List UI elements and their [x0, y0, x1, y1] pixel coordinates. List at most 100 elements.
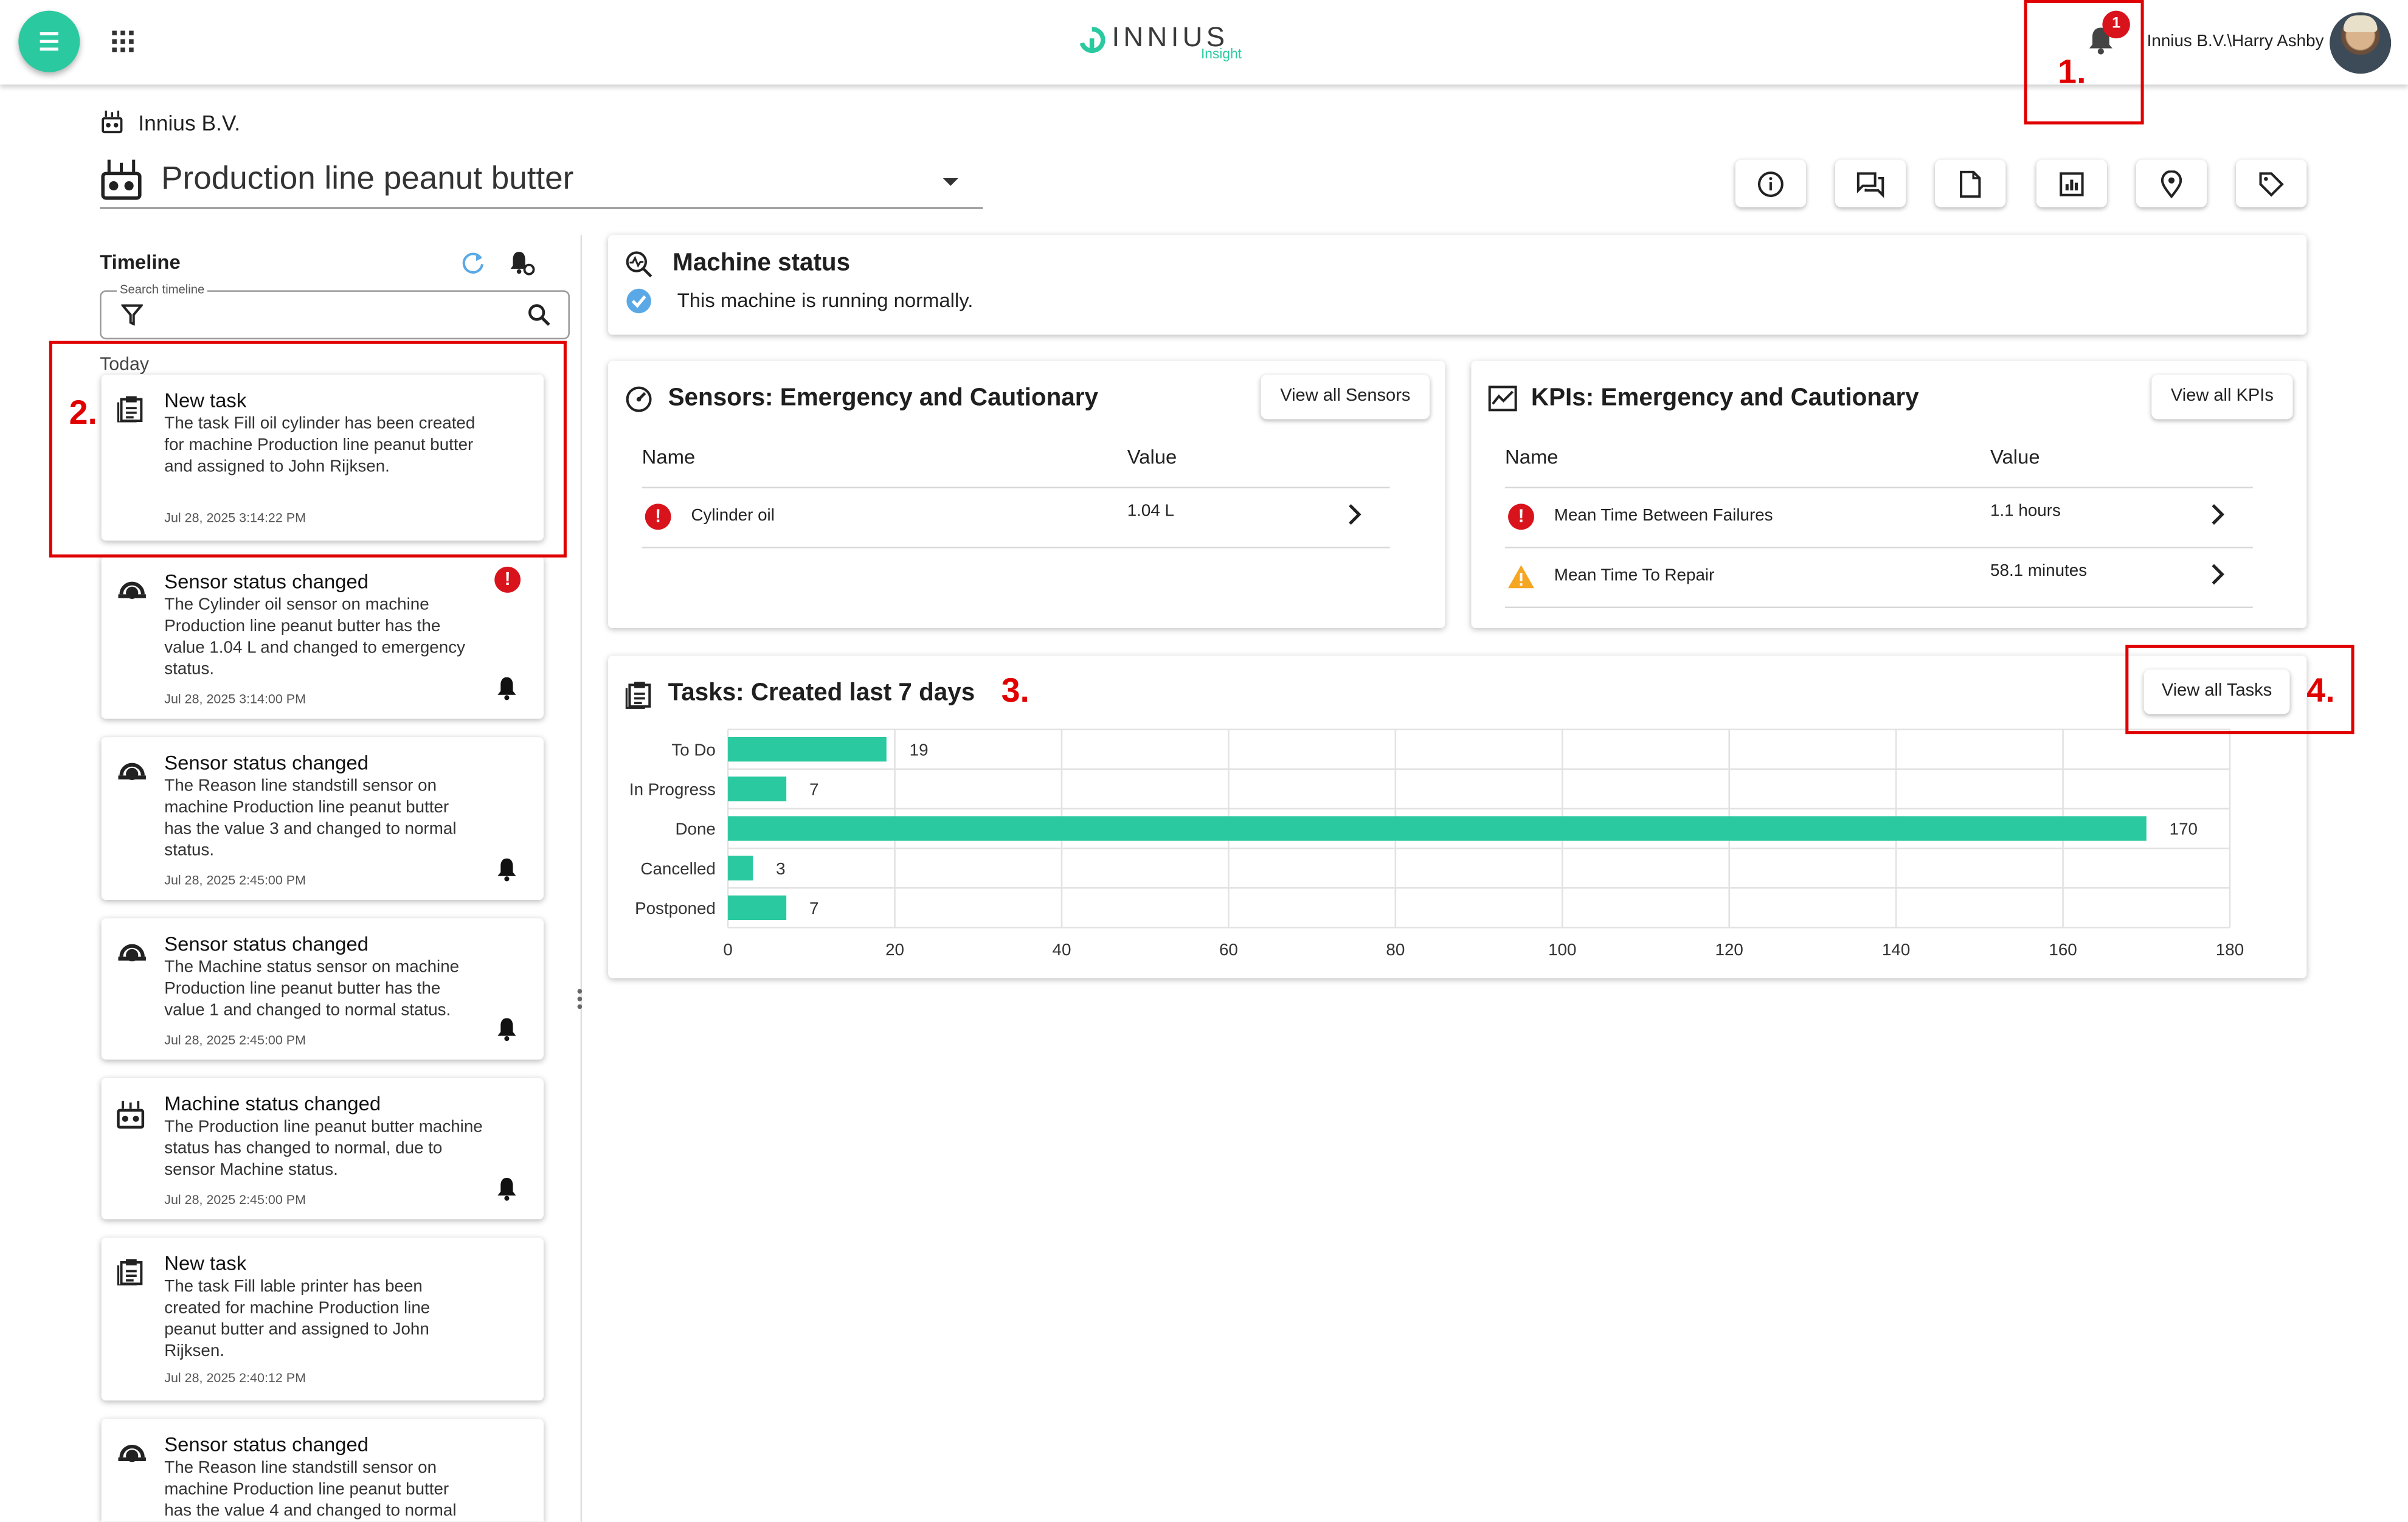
tick-label: 140: [1882, 940, 1910, 959]
column-header-name: Name: [642, 445, 696, 469]
timeline-item-title: Sensor status changed: [164, 750, 369, 774]
search-label: Search timeline: [116, 282, 208, 297]
bell-icon[interactable]: [496, 1177, 517, 1201]
sensors-panel: Sensors: Emergency and Cautionary View a…: [608, 361, 1445, 628]
data-label: 170: [2170, 820, 2198, 839]
kpi-name[interactable]: Mean Time To Repair: [1554, 567, 1715, 585]
kpis-title: KPIs: Emergency and Cautionary: [1531, 385, 1919, 412]
notification-settings-icon[interactable]: [508, 249, 536, 276]
sensor-name[interactable]: Cylinder oil: [691, 507, 774, 525]
brand-subtitle: Insight: [1200, 46, 1242, 62]
timeline-item-title: Sensor status changed: [164, 932, 369, 955]
location-button[interactable]: [2136, 159, 2207, 207]
refresh-icon[interactable]: [461, 251, 485, 275]
emergency-icon: !: [645, 503, 671, 530]
bar[interactable]: [728, 856, 753, 880]
timeline-item-date: Jul 28, 2025 2:45:00 PM: [164, 872, 306, 888]
sensor-icon: [118, 1445, 146, 1462]
warning-icon: [1508, 565, 1534, 589]
bar[interactable]: [728, 895, 787, 921]
category-label: Done: [675, 820, 715, 839]
kpi-value: 1.1 hours: [1990, 502, 2061, 521]
timeline-item-body: The task Fill lable printer has been cre…: [164, 1278, 431, 1361]
column-header-name: Name: [1504, 445, 1559, 469]
row-divider: [642, 547, 1390, 548]
timeline-item[interactable]: Sensor status changed The Reason line st…: [101, 1419, 544, 1522]
timeline-item-date: Jul 28, 2025 2:45:00 PM: [164, 1191, 306, 1208]
check-circle-icon: [626, 288, 651, 314]
tick-label: 20: [885, 940, 904, 959]
annotation-label-2: 2.: [69, 393, 98, 432]
bell-icon[interactable]: [496, 676, 517, 700]
data-label: 7: [809, 780, 818, 798]
timeline-item-body: The Reason line standstill sensor on mac…: [164, 1459, 457, 1521]
bar[interactable]: [728, 736, 887, 762]
company-name: Innius B.V.: [138, 110, 241, 136]
machine-icon: [117, 1101, 145, 1129]
timeline-item[interactable]: Machine status changed The Production li…: [101, 1078, 544, 1220]
user-name[interactable]: Innius B.V.\Harry Ashby: [2147, 32, 2324, 50]
timeline-search-input[interactable]: Search timeline: [100, 282, 570, 340]
tasks-bar-chart: To Do 19 In Progress 7 Done 170 Cancelled 3 Post…: [629, 728, 2244, 959]
timeline-item[interactable]: Sensor status changed The Machine status…: [101, 918, 544, 1060]
status-monitor-icon: [626, 251, 652, 278]
tick-label: 120: [1715, 940, 1743, 959]
category-label: Cancelled: [640, 859, 715, 878]
tags-button[interactable]: [2236, 159, 2307, 207]
tick-label: 80: [1386, 940, 1405, 959]
view-all-sensors-button[interactable]: View all Sensors: [1261, 375, 1430, 420]
filter-icon[interactable]: [121, 304, 143, 326]
reports-button[interactable]: [2036, 159, 2107, 207]
documents-button[interactable]: [1935, 159, 2006, 207]
timeline-item-title: Machine status changed: [164, 1091, 381, 1115]
chevron-right-icon[interactable]: [2210, 564, 2225, 585]
annotation-label-3: 3.: [1001, 671, 1029, 710]
timeline-item-date: Jul 28, 2025 3:14:00 PM: [164, 691, 306, 707]
info-icon: [1757, 170, 1784, 196]
timeline-item-title: Sensor status changed: [164, 569, 369, 593]
column-header-value: Value: [1990, 445, 2040, 469]
avatar[interactable]: [2330, 12, 2392, 74]
apps-grid-icon[interactable]: [111, 29, 135, 54]
bell-icon[interactable]: [496, 1017, 517, 1042]
sensor-value: 1.04 L: [1127, 502, 1174, 521]
chat-icon: [1856, 171, 1884, 198]
data-label: 19: [910, 740, 929, 759]
machine-selector[interactable]: Production line peanut butter: [100, 154, 983, 209]
tick-label: 0: [723, 940, 732, 959]
bar[interactable]: [728, 777, 787, 801]
location-icon: [2161, 170, 2182, 198]
timeline-item-title: New task: [164, 1251, 247, 1275]
chat-button[interactable]: [1835, 159, 1906, 207]
timeline-item[interactable]: Sensor status changed The Reason line st…: [101, 737, 544, 900]
annotation-label-1: 1.: [2058, 52, 2086, 91]
tick-label: 40: [1053, 940, 1071, 959]
info-button[interactable]: [1735, 159, 1806, 207]
kpi-name[interactable]: Mean Time Between Failures: [1554, 507, 1773, 525]
sensor-icon: [118, 763, 146, 780]
view-all-kpis-button[interactable]: View all KPIs: [2151, 375, 2293, 420]
sensor-icon: [118, 581, 146, 599]
timeline-title: Timeline: [100, 250, 181, 274]
bell-icon[interactable]: [496, 857, 517, 882]
chevron-right-icon[interactable]: [2210, 503, 2225, 525]
timeline-item[interactable]: Sensor status changed ! The Cylinder oil…: [101, 556, 544, 719]
row-divider: [1504, 606, 2253, 609]
timeline-item-date: Jul 28, 2025 2:45:00 PM: [164, 1032, 306, 1048]
brand-mark-icon: [1079, 27, 1105, 54]
main-menu-button[interactable]: [18, 10, 80, 72]
resize-handle[interactable]: [576, 989, 585, 1012]
timeline-item-date: Jul 28, 2025 2:40:12 PM: [164, 1369, 306, 1386]
chart-line-icon: [1488, 386, 1517, 412]
bar[interactable]: [728, 816, 2147, 841]
timeline-item-body: The Cylinder oil sensor on machine Produ…: [164, 595, 465, 679]
annotation-label-4: 4.: [2306, 671, 2335, 710]
category-label: Postponed: [635, 899, 716, 918]
machine-status-title: Machine status: [673, 250, 851, 277]
timeline-item[interactable]: New task The task Fill lable printer has…: [101, 1237, 544, 1401]
chevron-right-icon[interactable]: [1347, 503, 1362, 525]
search-icon[interactable]: [527, 303, 551, 327]
tick-label: 100: [1548, 940, 1576, 959]
category-label: In Progress: [629, 780, 716, 798]
row-divider: [1504, 486, 2253, 489]
